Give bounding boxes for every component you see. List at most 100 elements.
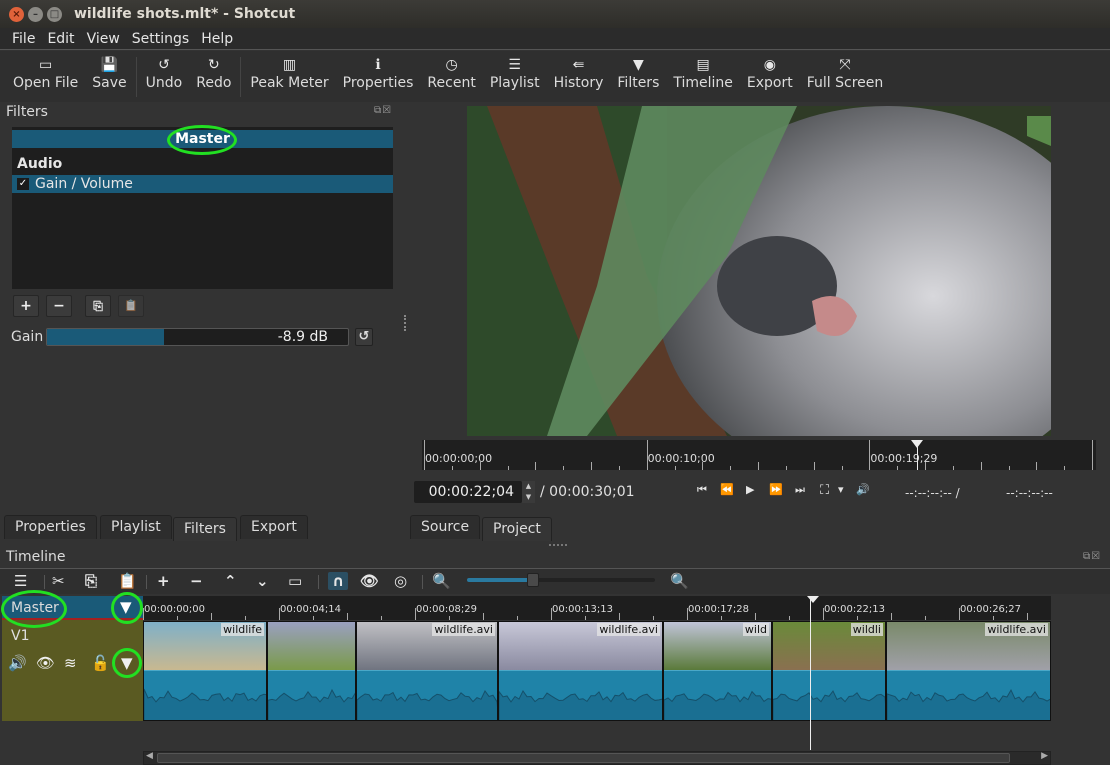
menu-help[interactable]: Help bbox=[195, 31, 239, 47]
toolbar-timeline-button[interactable]: ▤ Timeline bbox=[666, 51, 740, 91]
save-icon: 💾 bbox=[100, 57, 119, 73]
skip-next-button[interactable]: ⏭ bbox=[795, 483, 805, 497]
cut-button[interactable]: ✂ bbox=[52, 572, 65, 590]
toolbar-open-file-button[interactable]: ▭ Open File bbox=[6, 51, 85, 91]
paste-filter-button[interactable]: 📋 bbox=[118, 295, 144, 317]
timeline-clip[interactable]: wild bbox=[663, 621, 772, 721]
remove-button[interactable]: − bbox=[190, 572, 203, 590]
split-button[interactable]: ▭ bbox=[288, 572, 302, 590]
scrollbar-thumb[interactable] bbox=[157, 753, 1010, 763]
timeline-clip[interactable]: wildlife.avi bbox=[498, 621, 663, 721]
clip-audio-waveform bbox=[887, 670, 1050, 720]
lock-icon[interactable]: 🔓 bbox=[91, 654, 110, 672]
fast-forward-button[interactable]: ⏩ bbox=[769, 483, 783, 496]
toolbar-export-button[interactable]: ◉ Export bbox=[740, 51, 800, 91]
rewind-button[interactable]: ⏪ bbox=[720, 483, 734, 496]
menu-view[interactable]: View bbox=[81, 31, 126, 47]
dropdown-button[interactable]: ▾ bbox=[838, 483, 844, 496]
window-maximize-button[interactable]: □ bbox=[47, 6, 62, 22]
timeline-clip[interactable]: wildlife bbox=[143, 621, 267, 721]
toolbar-full-screen-button[interactable]: ⤧ Full Screen bbox=[800, 51, 891, 91]
track-name-v1: V1 bbox=[11, 628, 30, 644]
splitter-handle[interactable] bbox=[549, 544, 567, 546]
volume-button[interactable]: 🔊 bbox=[856, 483, 870, 496]
zoom-in-button[interactable]: 🔍 bbox=[670, 572, 689, 590]
toolbar-save-button[interactable]: 💾 Save bbox=[85, 51, 133, 91]
menu-icon: ☰ bbox=[14, 572, 28, 590]
lift-icon: ⌃ bbox=[224, 572, 237, 590]
timeline-zoom-slider[interactable] bbox=[467, 573, 655, 587]
timeline-horizontal-scrollbar[interactable]: ◀ ▶ bbox=[143, 751, 1051, 765]
tab-filters[interactable]: Filters bbox=[173, 517, 237, 541]
gain-slider[interactable]: -8.9 dB bbox=[46, 328, 349, 346]
clip-audio-waveform bbox=[664, 670, 771, 720]
toolbar-undo-button[interactable]: ↺ Undo bbox=[139, 51, 190, 91]
timeline-clip[interactable]: wildlife.avi bbox=[886, 621, 1051, 721]
dock-float-close-icons[interactable]: ⧉☒ bbox=[374, 105, 392, 116]
toolbar-recent-button[interactable]: ◷ Recent bbox=[420, 51, 482, 91]
toolbar-filters-button[interactable]: ▼ Filters bbox=[610, 51, 666, 91]
spin-up-icon[interactable]: ▲ bbox=[522, 481, 535, 492]
overwrite-button[interactable]: ⌄ bbox=[256, 572, 269, 590]
zoom-toggle-button[interactable]: ⛶ bbox=[820, 483, 829, 498]
paste-icon: 📋 bbox=[118, 572, 137, 590]
window-minimize-button[interactable]: – bbox=[28, 6, 43, 22]
dock-float-close-icons[interactable]: ⧉☒ bbox=[1083, 551, 1101, 562]
tab-project[interactable]: Project bbox=[482, 517, 552, 541]
menu-settings[interactable]: Settings bbox=[126, 31, 195, 47]
ruler-tick bbox=[785, 466, 787, 470]
hide-icon[interactable]: 👁 bbox=[36, 654, 55, 672]
player-scrubber[interactable]: 00:00:00;00 00:00:10;00 00:00:19;29 bbox=[422, 440, 1096, 470]
filter-item-gain-volume[interactable]: ✓ Gain / Volume bbox=[12, 175, 393, 193]
append-button[interactable]: + bbox=[157, 572, 170, 590]
video-preview[interactable] bbox=[467, 106, 1051, 436]
redo-icon: ↻ bbox=[207, 57, 220, 73]
ripple-button[interactable]: 👁 bbox=[360, 572, 379, 590]
play-button[interactable]: ▶ bbox=[746, 483, 754, 496]
menu-file[interactable]: File bbox=[6, 31, 41, 47]
history-label: History bbox=[553, 75, 604, 91]
splitter-handle[interactable] bbox=[404, 315, 407, 331]
timeline-playhead-handle[interactable] bbox=[807, 596, 819, 603]
composite-icon[interactable]: ≋ bbox=[64, 654, 77, 672]
window-close-button[interactable]: × bbox=[9, 6, 24, 22]
spin-down-icon[interactable]: ▼ bbox=[522, 492, 535, 503]
timeline-ruler[interactable]: 00:00:00;00 00:00:04;14 00:00:08;29 00:00:1… bbox=[143, 596, 1062, 620]
tab-export[interactable]: Export bbox=[240, 515, 308, 539]
current-timecode-input[interactable]: 00:00:22;04 bbox=[414, 481, 522, 503]
toolbar-redo-button[interactable]: ↻ Redo bbox=[189, 51, 238, 91]
filter-enabled-checkbox[interactable]: ✓ bbox=[17, 178, 29, 190]
toolbar-history-button[interactable]: ⇚ History bbox=[547, 51, 611, 91]
gain-reset-button[interactable]: ↺ bbox=[355, 328, 373, 346]
zoom-slider-handle[interactable] bbox=[526, 573, 539, 587]
menu-edit[interactable]: Edit bbox=[41, 31, 80, 47]
toolbar-properties-button[interactable]: ℹ Properties bbox=[336, 51, 421, 91]
toolbar-playlist-button[interactable]: ☰ Playlist bbox=[483, 51, 547, 91]
lift-button[interactable]: ⌃ bbox=[224, 572, 237, 590]
tab-playlist[interactable]: Playlist bbox=[100, 515, 172, 539]
scroll-right-icon[interactable]: ▶ bbox=[1041, 751, 1048, 761]
copy-button[interactable]: ⎘ bbox=[85, 572, 97, 590]
tab-properties[interactable]: Properties bbox=[4, 515, 97, 539]
timeline-clip[interactable]: wildlife.avi bbox=[356, 621, 498, 721]
player-playhead-line bbox=[917, 440, 919, 470]
tab-source[interactable]: Source bbox=[410, 515, 481, 539]
copy-filter-button[interactable]: ⎘ bbox=[85, 295, 111, 317]
window-title: wildlife shots.mlt* - Shotcut bbox=[74, 6, 296, 22]
paste-button[interactable]: 📋 bbox=[118, 572, 137, 590]
timeline-playhead[interactable] bbox=[810, 596, 812, 750]
timecode-spinner[interactable]: ▲ ▼ bbox=[522, 481, 535, 503]
remove-filter-button[interactable]: − bbox=[46, 295, 72, 317]
toolbar-peak-meter-button[interactable]: ▥ Peak Meter bbox=[243, 51, 335, 91]
timeline-clip[interactable] bbox=[267, 621, 356, 721]
mute-icon[interactable]: 🔊 bbox=[8, 654, 27, 672]
ripple-all-button[interactable]: ◎ bbox=[394, 572, 407, 590]
scroll-left-icon[interactable]: ◀ bbox=[146, 751, 153, 761]
add-filter-button[interactable]: + bbox=[13, 295, 39, 317]
zoom-out-button[interactable]: 🔍 bbox=[432, 572, 451, 590]
menu-button[interactable]: ☰ bbox=[14, 572, 27, 590]
list-icon: ☰ bbox=[508, 57, 521, 73]
snap-button[interactable]: ∩ bbox=[328, 572, 349, 590]
timeline-clip[interactable]: wildli bbox=[772, 621, 886, 721]
skip-previous-button[interactable]: ⏮ bbox=[697, 483, 707, 497]
